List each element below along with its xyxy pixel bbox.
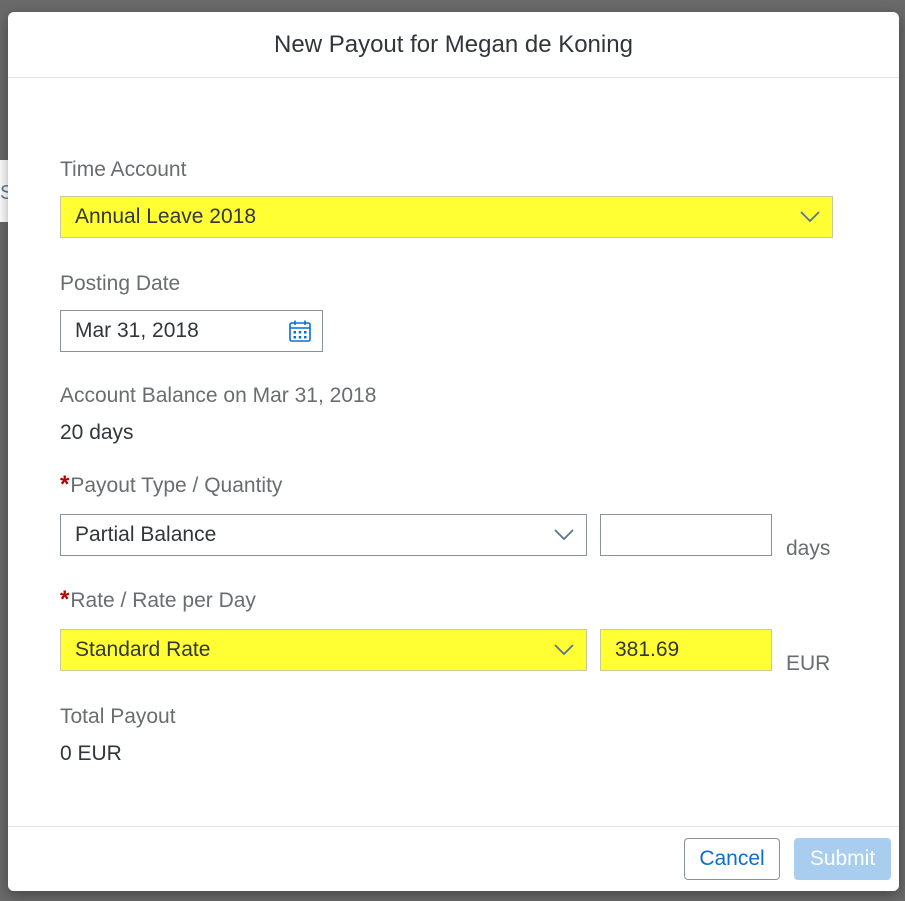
total-payout-label: Total Payout bbox=[60, 705, 176, 728]
rate-amount-input[interactable]: 381.69 bbox=[600, 629, 772, 671]
required-marker: * bbox=[60, 471, 70, 498]
account-balance-value: 20 days bbox=[60, 421, 134, 444]
time-account-label: Time Account bbox=[60, 158, 187, 181]
total-payout-value: 0 EUR bbox=[60, 742, 122, 765]
dialog-footer: Cancel Submit bbox=[8, 826, 899, 891]
payout-type-label-text: Payout Type / Quantity bbox=[70, 474, 283, 497]
quantity-input[interactable] bbox=[600, 514, 772, 556]
rate-amount-value: 381.69 bbox=[615, 638, 680, 661]
required-marker: * bbox=[60, 586, 70, 613]
posting-date-label: Posting Date bbox=[60, 272, 181, 295]
payout-type-value: Partial Balance bbox=[75, 523, 217, 546]
payout-type-label: *Payout Type / Quantity bbox=[60, 471, 282, 499]
cancel-button[interactable]: Cancel bbox=[684, 838, 780, 880]
rate-type-value: Standard Rate bbox=[75, 638, 211, 661]
posting-date-value: Mar 31, 2018 bbox=[75, 319, 199, 342]
background-page-sliver: S bbox=[0, 160, 13, 222]
rate-label: *Rate / Rate per Day bbox=[60, 586, 256, 614]
account-balance-label: Account Balance on Mar 31, 2018 bbox=[60, 384, 377, 407]
time-account-value: Annual Leave 2018 bbox=[75, 205, 256, 228]
rate-type-select[interactable]: Standard Rate bbox=[60, 629, 587, 671]
payout-dialog: New Payout for Megan de Koning Time Acco… bbox=[8, 12, 899, 891]
chevron-down-icon[interactable] bbox=[542, 644, 586, 656]
calendar-icon[interactable] bbox=[278, 319, 322, 343]
time-account-select[interactable]: Annual Leave 2018 bbox=[60, 196, 833, 238]
payout-type-select[interactable]: Partial Balance bbox=[60, 514, 587, 556]
chevron-down-icon[interactable] bbox=[542, 529, 586, 541]
posting-date-picker[interactable]: Mar 31, 2018 bbox=[60, 310, 323, 352]
dialog-title: New Payout for Megan de Koning bbox=[274, 30, 633, 58]
quantity-unit: days bbox=[786, 537, 831, 560]
rate-label-text: Rate / Rate per Day bbox=[70, 589, 256, 612]
dialog-header: New Payout for Megan de Koning bbox=[8, 12, 899, 78]
submit-button[interactable]: Submit bbox=[794, 838, 891, 880]
rate-currency-unit: EUR bbox=[786, 652, 831, 675]
dialog-content: Time Account Annual Leave 2018 Posting D… bbox=[8, 78, 899, 826]
chevron-down-icon[interactable] bbox=[788, 211, 832, 223]
